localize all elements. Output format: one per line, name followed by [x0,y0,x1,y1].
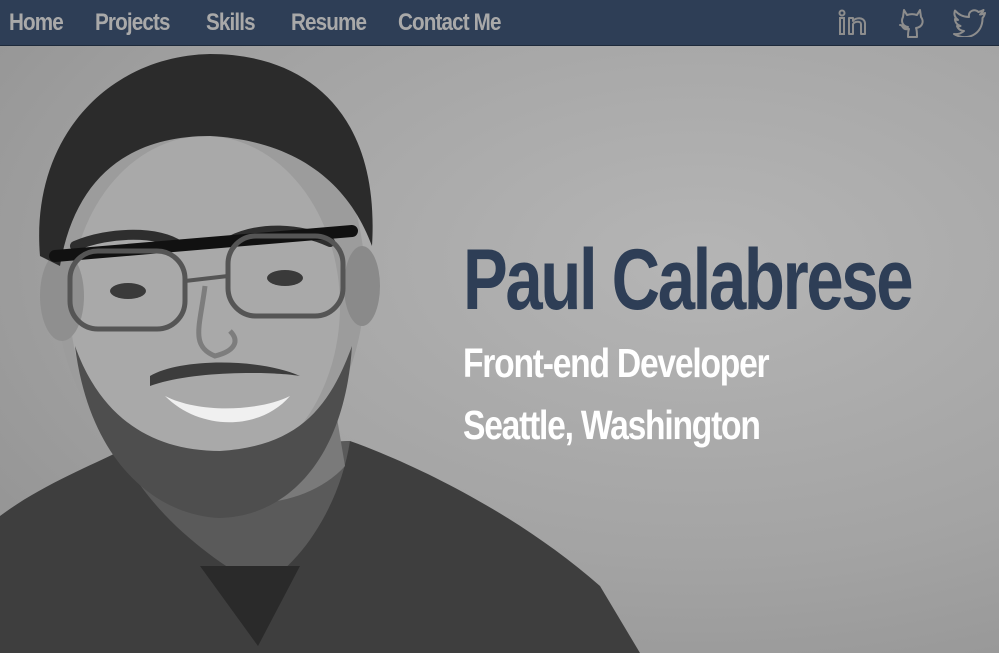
social-links [813,0,999,45]
hero-location: Seattle, Washington [463,402,761,448]
nav-link-home[interactable]: Home [9,9,83,37]
hero-job-title: Front-end Developer [463,340,770,386]
top-navbar: Home Projects Skills Resume Contact Me [0,0,999,46]
nav-links: Home Projects Skills Resume Contact Me [0,0,538,45]
nav-link-skills[interactable]: Skills [206,9,279,37]
linkedin-icon[interactable] [837,6,871,40]
hero-text: Paul Calabrese Front-end Developer Seatt… [463,232,983,456]
nav-link-resume[interactable]: Resume [291,9,383,37]
hero-name: Paul Calabrese [463,232,914,328]
hero-page: Home Projects Skills Resume Contact Me P… [0,0,999,653]
nav-link-contact-me[interactable]: Contact Me [398,9,518,37]
github-icon[interactable] [895,6,929,40]
nav-link-projects[interactable]: Projects [95,9,190,37]
twitter-icon[interactable] [953,6,987,40]
